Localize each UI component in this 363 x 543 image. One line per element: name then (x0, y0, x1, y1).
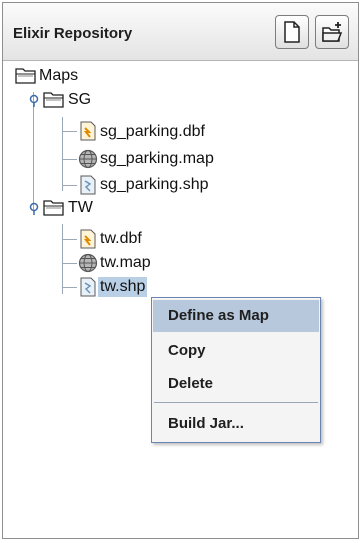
new-file-button[interactable] (275, 15, 309, 49)
tree-node-sg[interactable]: SG (68, 90, 91, 110)
globe-map-icon (78, 149, 98, 169)
tree-node-sg-parking-map[interactable]: sg_parking.map (100, 149, 214, 169)
folder-icon (43, 200, 64, 216)
shp-file-icon (80, 277, 96, 297)
tree-line (62, 239, 77, 240)
menu-item-define-as-map[interactable]: Define as Map (153, 300, 319, 332)
repository-panel: Elixir Repository Maps SG sg_parking.dbf… (2, 2, 359, 539)
tree-node-tw-map[interactable]: tw.map (100, 253, 151, 273)
menu-item-build-jar[interactable]: Build Jar... (153, 408, 319, 440)
panel-title: Elixir Repository (13, 25, 133, 42)
new-file-icon (284, 21, 300, 43)
tree-line (62, 159, 77, 160)
folder-icon (15, 68, 36, 84)
collapse-toggle-icon[interactable] (27, 94, 41, 108)
tree-node-tw-dbf[interactable]: tw.dbf (100, 229, 142, 249)
tree-line (62, 263, 77, 264)
tree-line (62, 117, 63, 191)
tree-node-tw[interactable]: TW (68, 198, 93, 218)
tree-line (62, 131, 77, 132)
menu-item-delete[interactable]: Delete (153, 368, 319, 400)
collapse-toggle-icon[interactable] (27, 202, 41, 216)
new-folder-button[interactable] (315, 15, 349, 49)
globe-map-icon (78, 253, 98, 273)
context-menu: Define as Map Copy Delete Build Jar... (151, 297, 321, 443)
tree-line (62, 185, 77, 186)
menu-separator (154, 402, 318, 403)
dbf-file-icon (80, 229, 96, 249)
menu-item-copy[interactable]: Copy (153, 335, 319, 367)
tree-node-maps[interactable]: Maps (39, 66, 78, 86)
shp-file-icon (80, 175, 96, 195)
dbf-file-icon (80, 121, 96, 141)
tree-line (62, 224, 63, 294)
tree-node-tw-shp[interactable]: tw.shp (98, 277, 148, 297)
folder-icon (43, 92, 64, 108)
tree-node-sg-parking-dbf[interactable]: sg_parking.dbf (100, 122, 205, 142)
tree-line (62, 287, 77, 288)
panel-header: Elixir Repository (3, 3, 358, 61)
tree-line (33, 92, 34, 210)
tree-node-sg-parking-shp[interactable]: sg_parking.shp (100, 175, 209, 195)
new-folder-icon (322, 22, 343, 42)
